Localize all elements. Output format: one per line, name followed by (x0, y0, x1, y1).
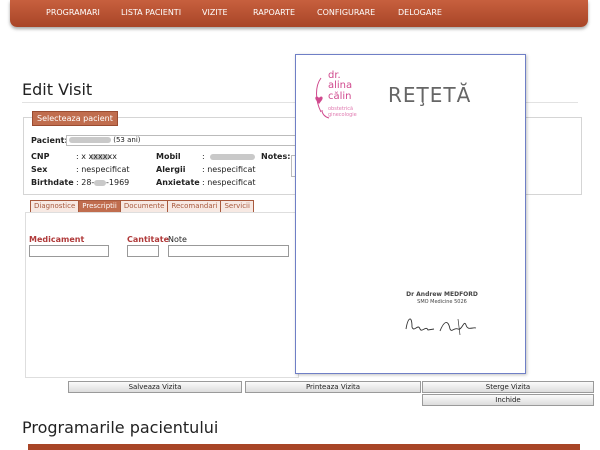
quantity-label: Cantitate (127, 235, 170, 244)
appointments-title: Programarile pacientului (22, 418, 219, 437)
quantity-input[interactable] (127, 245, 159, 257)
medicament-input[interactable] (29, 245, 109, 257)
nav-rapoarte[interactable]: RAPOARTE (253, 8, 295, 17)
patient-name-field[interactable]: (53 ani) (66, 135, 300, 146)
brand-first-name: alina (328, 80, 353, 91)
tab-prescriptii[interactable]: Prescriptii (79, 201, 121, 212)
medicament-label: Medicament (29, 235, 85, 244)
notes-label: Notes: (261, 152, 291, 161)
anxiety-label: Anxietate (156, 178, 200, 187)
appointments-table-header (28, 444, 580, 450)
tab-recomandari[interactable]: Recomandari (168, 201, 222, 212)
page-title: Edit Visit (22, 80, 93, 99)
nav-delogare[interactable]: DELOGARE (398, 8, 442, 17)
prescription-title: REŢETĂ (388, 83, 472, 107)
close-button[interactable]: Inchide (422, 394, 594, 406)
anxiety-value: : nespecificat (202, 178, 256, 187)
tab-documente[interactable]: Documente (120, 201, 169, 212)
select-patient-button[interactable]: Selecteaza pacient (32, 111, 118, 126)
mobile-label: Mobil (156, 152, 181, 161)
birthdate-year: -1969 (106, 178, 130, 187)
cnp-label: CNP (31, 152, 50, 161)
redacted-mobile (210, 154, 255, 160)
allergies-value: : nespecificat (202, 165, 256, 174)
patient-age: (53 ani) (113, 136, 141, 144)
sex-value: : nespecificat (76, 165, 130, 174)
nav-lista-pacienti[interactable]: LISTA PACIENTI (121, 8, 181, 17)
note-input[interactable] (168, 245, 289, 257)
brand-specialty-2: ginecologie (328, 112, 357, 118)
redacted-birth-month (94, 180, 106, 186)
mobile-value: : (202, 152, 205, 161)
print-visit-button[interactable]: Printeaza Vizita (245, 381, 421, 393)
brand-last-name: călin (328, 91, 352, 102)
nav-configurare[interactable]: CONFIGURARE (317, 8, 375, 17)
sex-label: Sex (31, 165, 48, 174)
tab-servicii[interactable]: Servicii (221, 201, 253, 212)
cnp-text: : x xxxxxx (76, 152, 117, 161)
doctor-name: Dr Andrew MEDFORD (406, 291, 478, 298)
note-label: Note (168, 235, 187, 244)
allergies-label: Alergii (156, 165, 186, 174)
signature-icon (405, 318, 477, 336)
prescription-preview: dr. alina călin obstetrică ginecologie R… (295, 54, 526, 374)
nav-vizite[interactable]: VIZITE (202, 8, 228, 17)
patient-label: Pacient: (31, 136, 68, 145)
tab-diagnostice[interactable]: Diagnostice (31, 201, 80, 212)
redacted-name (69, 137, 111, 143)
nav-programari[interactable]: PROGRAMARI (46, 8, 100, 17)
delete-visit-button[interactable]: Sterge Vizita (422, 381, 594, 393)
save-visit-button[interactable]: Salveaza Vizita (68, 381, 242, 393)
birthdate-label: Birthdate (31, 178, 74, 187)
birthdate-value: : 28- (76, 178, 95, 187)
top-navigation: PROGRAMARI LISTA PACIENTI VIZITE RAPOART… (10, 0, 588, 27)
